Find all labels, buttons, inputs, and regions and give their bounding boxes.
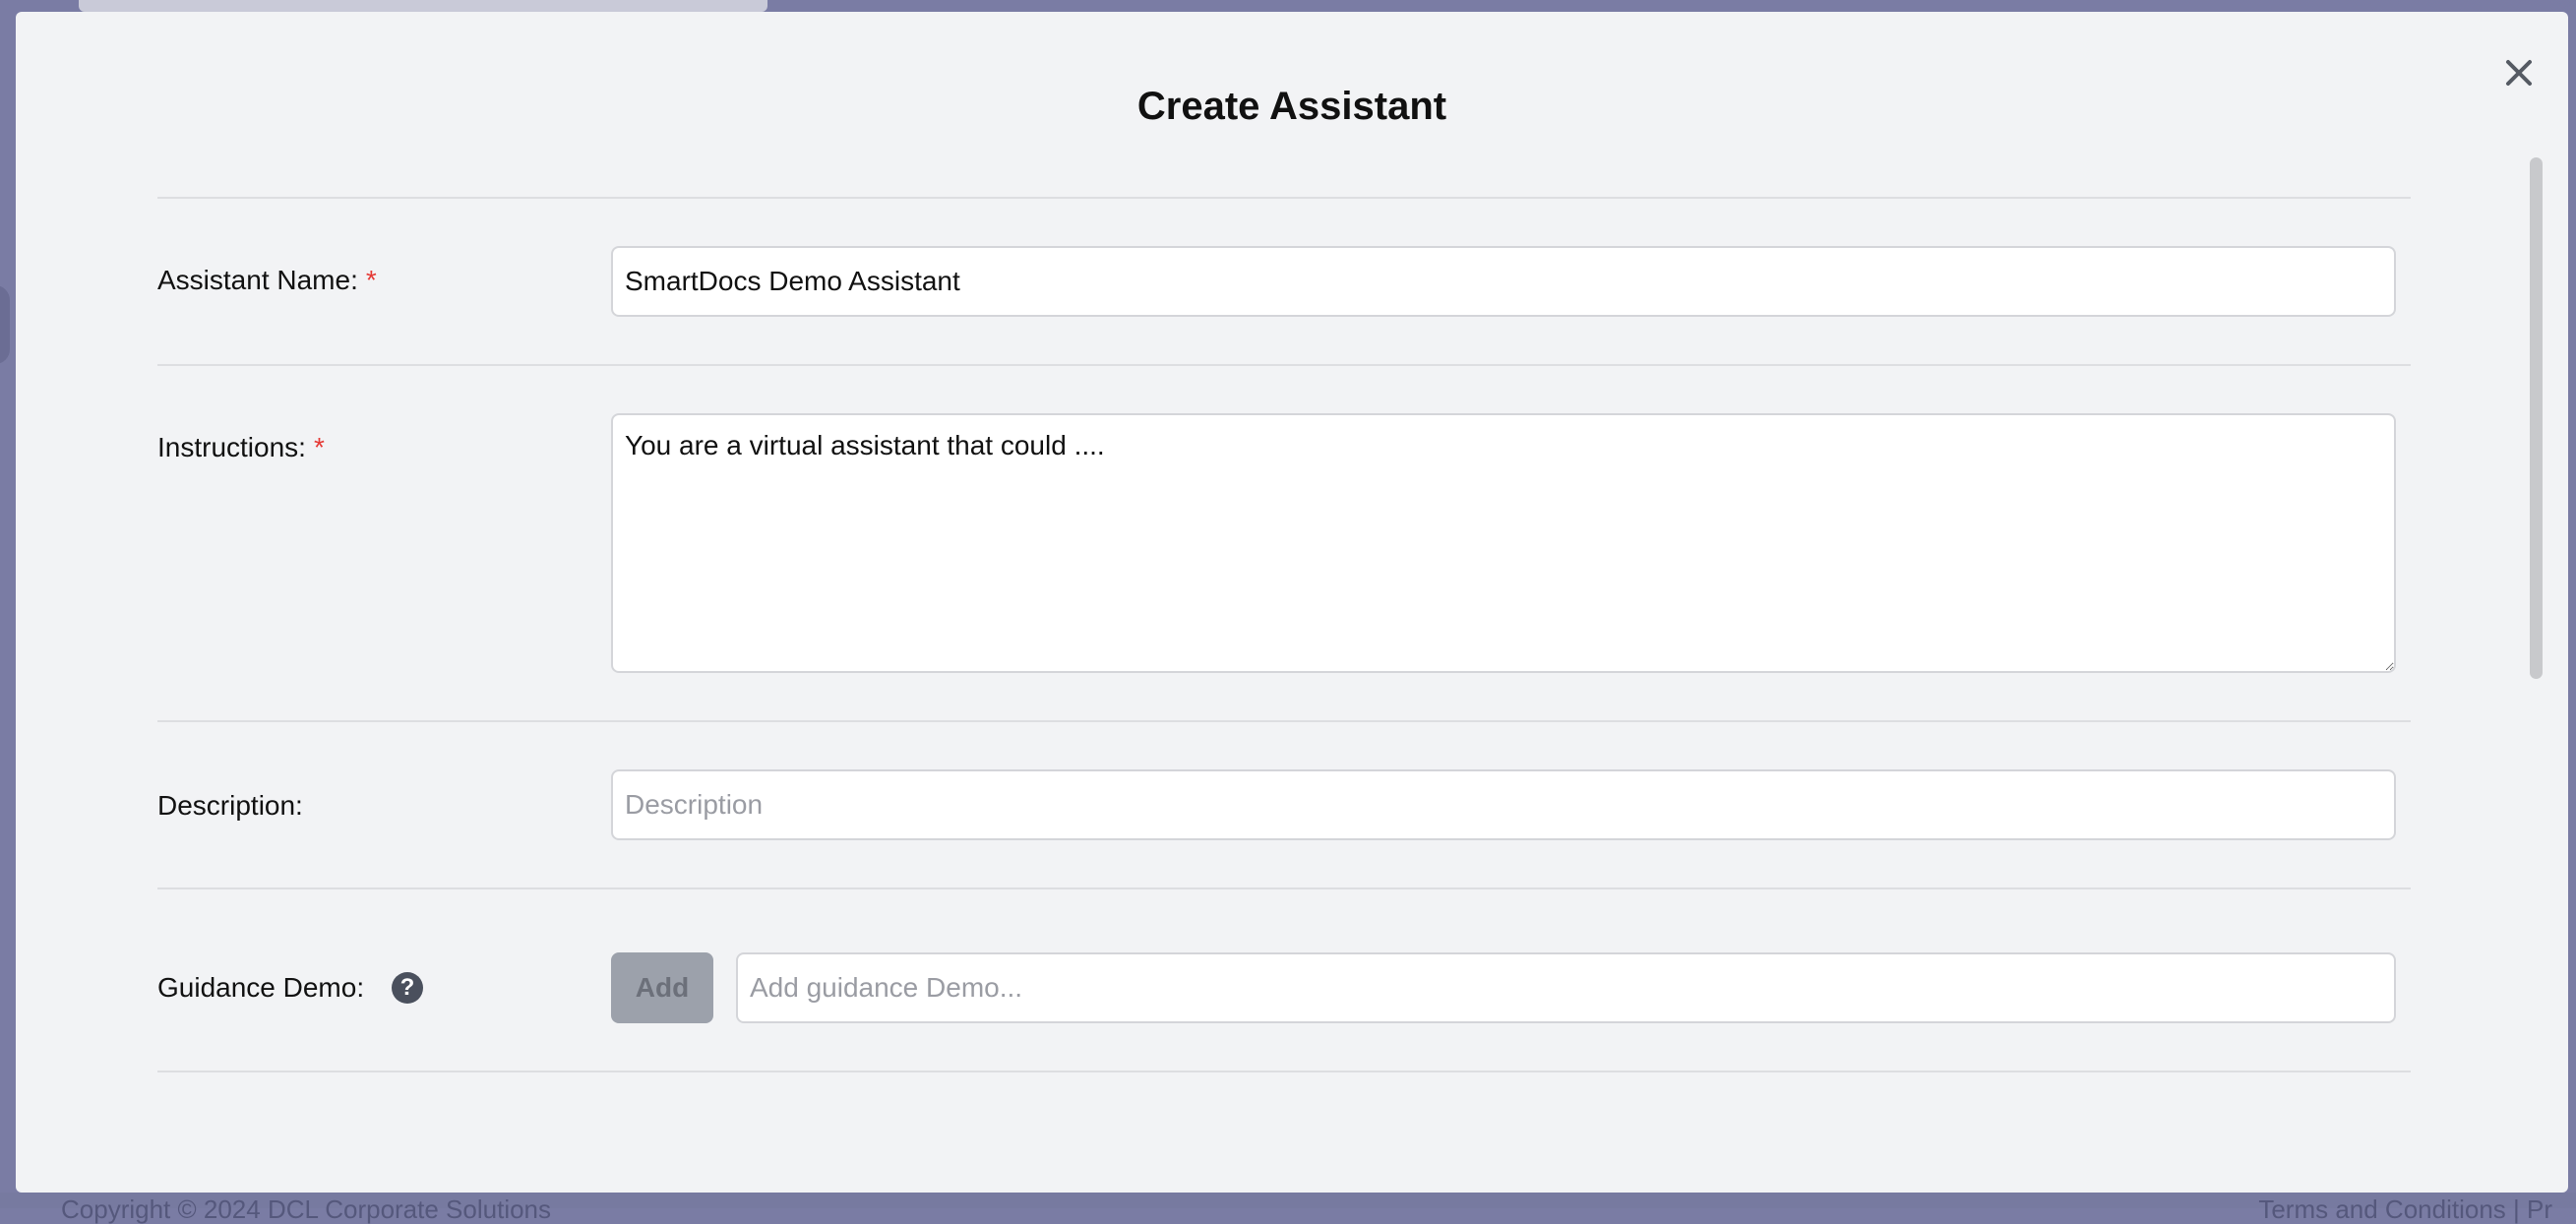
footer-copyright: Copyright © 2024 DCL Corporate Solutions (61, 1194, 552, 1224)
create-assistant-modal: Create Assistant Assistant Name:* Instru… (16, 12, 2568, 1193)
instructions-label: Instructions: * (157, 431, 325, 464)
guidance-demo-label-text: Guidance Demo: (157, 972, 365, 1003)
close-icon[interactable] (2495, 49, 2543, 96)
guidance-demo-input[interactable] (736, 952, 2396, 1023)
add-guidance-button[interactable]: Add (611, 952, 713, 1023)
modal-scrollbar[interactable] (2530, 157, 2543, 679)
instructions-label-text: Instructions: (157, 432, 306, 462)
assistant-name-label: Assistant Name: * (157, 264, 377, 297)
guidance-demo-label: Guidance Demo: (157, 971, 364, 1005)
section-divider (157, 720, 2411, 722)
description-label: Description: (157, 789, 303, 823)
section-divider (157, 197, 2411, 199)
background-avatar (0, 285, 10, 364)
modal-title: Create Assistant (1136, 85, 1447, 128)
section-divider (157, 364, 2411, 366)
footer-terms-link: Terms and Conditions | Pr (2258, 1194, 2552, 1224)
assistant-name-input[interactable] (611, 246, 2396, 317)
section-divider (157, 887, 2411, 889)
required-indicator: * (365, 265, 377, 295)
background-toolbar (79, 0, 767, 12)
instructions-textarea[interactable] (611, 413, 2396, 673)
question-circle-icon[interactable]: ? (392, 972, 423, 1004)
description-input[interactable] (611, 769, 2396, 840)
assistant-name-label-text: Assistant Name: (157, 265, 358, 295)
description-label-text: Description: (157, 790, 303, 821)
section-divider (157, 1071, 2411, 1072)
required-indicator: * (313, 432, 325, 462)
